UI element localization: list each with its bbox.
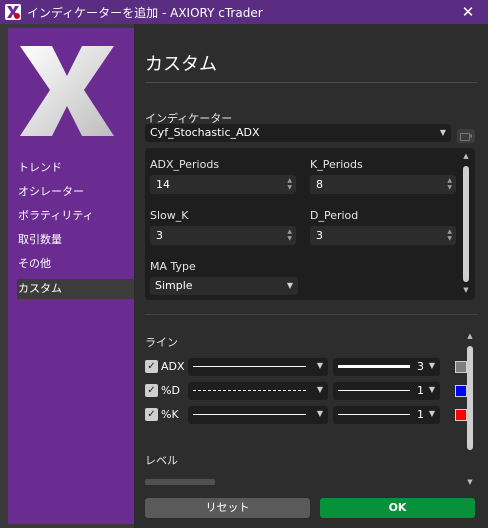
chevron-down-icon: ▼	[428, 409, 435, 418]
ma-type-value: Simple	[155, 279, 193, 292]
line-row-d: ✓ %D ▼ 1 ▼	[145, 381, 467, 401]
close-icon[interactable]: ✕	[448, 0, 488, 24]
k-checkbox[interactable]: ✓	[145, 408, 158, 421]
sidebar-item-volatility[interactable]: ボラティリティ	[17, 206, 134, 226]
slow-k-label: Slow_K	[150, 209, 189, 222]
line-style-sample	[193, 366, 306, 367]
line-style-select[interactable]: ▼	[188, 358, 328, 376]
levels-section-label: レベル	[145, 454, 178, 467]
scroll-up-icon[interactable]: ▲	[466, 332, 474, 340]
ma-type-label: MA Type	[150, 260, 196, 273]
k-periods-label: K_Periods	[310, 158, 363, 171]
line-width-select[interactable]: 1 ▼	[333, 382, 440, 400]
sidebar-item-oscillator[interactable]: オシレーター	[17, 182, 134, 202]
spin-arrows-icon[interactable]: ▲ ▼	[447, 228, 452, 242]
window-title: インディケーターを追加 - AXIORY cTrader	[27, 5, 263, 20]
chevron-down-icon: ▼	[316, 385, 323, 394]
app-icon	[5, 4, 21, 20]
scroll-thumb[interactable]	[467, 346, 473, 450]
line-name: ADX	[161, 360, 185, 373]
adx-periods-label: ADX_Periods	[150, 158, 220, 171]
indicator-select[interactable]: Cyf_Stochastic_ADX ▼	[145, 124, 451, 142]
parameters-panel: ADX_Periods 14 ▲ ▼ K_Periods 8 ▲ ▼ Slow_K …	[145, 148, 475, 300]
chevron-down-icon: ▼	[428, 361, 435, 370]
page-title: カスタム	[145, 54, 217, 75]
line-style-select[interactable]: ▼	[188, 382, 328, 400]
divider	[145, 314, 477, 315]
sidebar-item-trend[interactable]: トレンド	[17, 158, 134, 178]
slow-k-input[interactable]: 3 ▲ ▼	[150, 226, 296, 245]
line-row-adx: ✓ ADX ▼ 3 ▼	[145, 357, 467, 377]
d-period-label: D_Period	[310, 209, 359, 222]
chevron-down-icon: ▼	[316, 361, 323, 370]
scroll-thumb[interactable]	[463, 166, 469, 282]
chevron-down-icon: ▼	[316, 409, 323, 418]
line-style-select[interactable]: ▼	[188, 406, 328, 424]
camera-icon[interactable]	[457, 129, 475, 143]
axiory-logo-icon	[20, 46, 114, 136]
ok-button[interactable]: OK	[320, 498, 475, 518]
k-periods-input[interactable]: 8 ▲ ▼	[310, 175, 456, 194]
line-width-select[interactable]: 1 ▼	[333, 406, 440, 424]
adx-periods-value: 14	[156, 178, 170, 191]
adx-periods-input[interactable]: 14 ▲ ▼	[150, 175, 296, 194]
line-width-value: 3	[417, 360, 424, 373]
scroll-down-icon[interactable]: ▼	[466, 478, 474, 486]
scroll-down-icon[interactable]: ▼	[462, 286, 470, 294]
spin-arrows-icon[interactable]: ▲ ▼	[287, 177, 292, 191]
line-width-value: 1	[417, 408, 424, 421]
line-width-sample	[338, 365, 410, 368]
lines-section-label: ライン	[145, 336, 178, 349]
spin-arrows-icon[interactable]: ▲ ▼	[447, 177, 452, 191]
levels-list-edge	[145, 479, 215, 485]
title-bar: インディケーターを追加 - AXIORY cTrader ✕	[0, 0, 488, 24]
chevron-down-icon: ▼	[428, 385, 435, 394]
divider	[145, 82, 477, 83]
lines-scrollbar[interactable]: ▲ ▼	[466, 332, 474, 488]
sidebar-item-other[interactable]: その他	[17, 254, 134, 274]
d-period-value: 3	[316, 229, 323, 242]
line-width-value: 1	[417, 384, 424, 397]
line-name: %D	[161, 384, 180, 397]
line-style-sample	[193, 390, 306, 391]
line-style-sample	[193, 414, 306, 415]
scroll-up-icon[interactable]: ▲	[462, 152, 470, 160]
line-row-k: ✓ %K ▼ 1 ▼	[145, 405, 467, 425]
d-period-input[interactable]: 3 ▲ ▼	[310, 226, 456, 245]
chevron-down-icon: ▼	[286, 281, 293, 290]
line-width-select[interactable]: 3 ▼	[333, 358, 440, 376]
spin-arrows-icon[interactable]: ▲ ▼	[287, 228, 292, 242]
main-content: カスタム インディケーター Cyf_Stochastic_ADX ▼ ADX_P…	[134, 24, 488, 528]
sidebar: トレンド オシレーター ボラティリティ 取引数量 その他 カスタム	[0, 24, 134, 528]
sidebar-item-volume[interactable]: 取引数量	[17, 230, 134, 250]
d-checkbox[interactable]: ✓	[145, 384, 158, 397]
parameters-scrollbar[interactable]: ▲ ▼	[462, 152, 470, 296]
k-periods-value: 8	[316, 178, 323, 191]
adx-checkbox[interactable]: ✓	[145, 360, 158, 373]
slow-k-value: 3	[156, 229, 163, 242]
sidebar-item-custom[interactable]: カスタム	[17, 279, 134, 299]
line-width-sample	[338, 414, 410, 415]
ma-type-select[interactable]: Simple ▼	[150, 277, 298, 295]
reset-button[interactable]: リセット	[145, 498, 310, 518]
chevron-down-icon: ▼	[439, 128, 446, 137]
indicator-select-value: Cyf_Stochastic_ADX	[150, 126, 260, 139]
line-width-sample	[338, 390, 410, 391]
sidebar-panel: トレンド オシレーター ボラティリティ 取引数量 その他 カスタム	[8, 28, 134, 524]
line-name: %K	[161, 408, 179, 421]
